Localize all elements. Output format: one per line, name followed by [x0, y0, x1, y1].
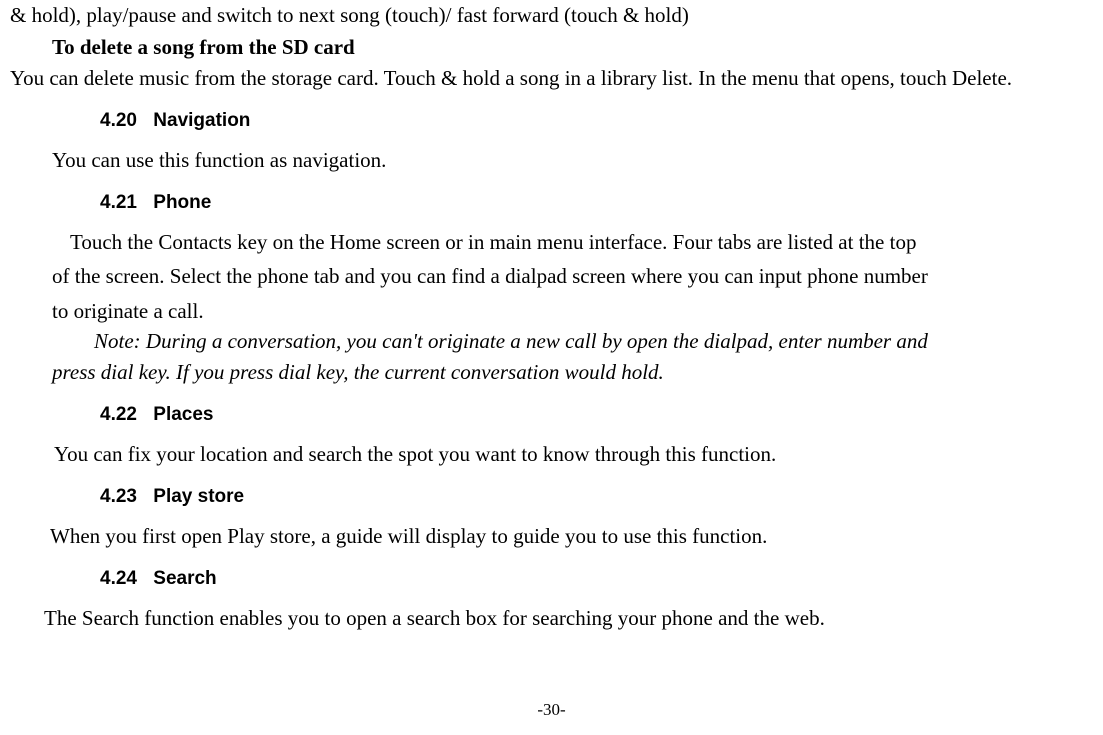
section-number: 4.22	[100, 401, 148, 429]
places-body: You can fix your location and search the…	[54, 439, 1093, 469]
delete-heading: To delete a song from the SD card	[52, 32, 1093, 62]
phone-body-line: of the screen. Select the phone tab and …	[52, 261, 1093, 291]
section-heading-places: 4.22 Places	[100, 401, 1093, 429]
section-number: 4.20	[100, 107, 148, 135]
section-number: 4.21	[100, 189, 148, 217]
section-title: Search	[153, 568, 216, 589]
section-heading-search: 4.24 Search	[100, 565, 1093, 593]
section-number: 4.24	[100, 565, 148, 593]
section-number: 4.23	[100, 483, 148, 511]
playstore-body: When you first open Play store, a guide …	[50, 521, 1093, 551]
navigation-body: You can use this function as navigation.	[52, 145, 1093, 175]
page-number: -30-	[10, 698, 1093, 723]
section-heading-phone: 4.21 Phone	[100, 189, 1093, 217]
section-title: Phone	[153, 192, 211, 213]
section-title: Navigation	[153, 110, 250, 131]
search-body: The Search function enables you to open …	[44, 603, 1093, 633]
section-heading-playstore: 4.23 Play store	[100, 483, 1093, 511]
delete-body: You can delete music from the storage ca…	[58, 63, 1093, 93]
document-page: & hold), play/pause and switch to next s…	[10, 0, 1093, 735]
section-heading-navigation: 4.20 Navigation	[100, 107, 1093, 135]
phone-note-line: press dial key. If you press dial key, t…	[52, 357, 1093, 387]
phone-body-line: Touch the Contacts key on the Home scree…	[52, 227, 1093, 257]
section-title: Play store	[153, 486, 244, 507]
phone-body-line: to originate a call.	[52, 296, 1093, 326]
section-title: Places	[153, 404, 213, 425]
fragment-line: & hold), play/pause and switch to next s…	[10, 0, 1093, 30]
phone-note-line: Note: During a conversation, you can't o…	[52, 326, 1093, 356]
